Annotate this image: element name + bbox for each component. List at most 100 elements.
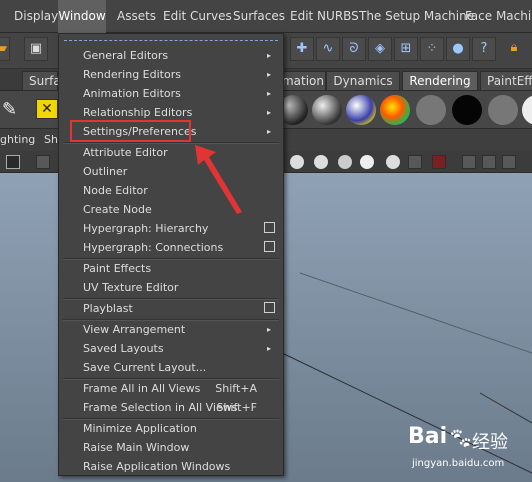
isolate-select-icon[interactable]	[432, 155, 446, 169]
shader-ball-flat-gray-icon[interactable]	[416, 95, 446, 125]
menu-item-general-editors[interactable]: General Editors ▸	[59, 46, 283, 65]
menu-window[interactable]: Window	[58, 0, 106, 33]
shader-ball-white-icon[interactable]	[312, 95, 342, 125]
tab-dynamics[interactable]: Dynamics	[326, 71, 400, 90]
shadows-icon[interactable]	[386, 155, 400, 169]
select-camera-icon[interactable]	[6, 155, 20, 169]
tab-rendering[interactable]: Rendering	[402, 71, 478, 90]
menu-item-saved-layouts[interactable]: Saved Layouts ▸	[59, 339, 283, 358]
shortcut-label: Shift+F	[216, 401, 257, 414]
panel-menu-lighting[interactable]: ghting	[0, 129, 35, 151]
submenu-arrow-icon: ▸	[266, 70, 271, 79]
menu-item-label: Raise Main Window	[83, 441, 190, 454]
shader-ball-ramp-icon[interactable]	[380, 95, 410, 125]
lock-icon[interactable]: 🔒︎	[502, 37, 526, 61]
menu-face-machine[interactable]: Face Machine	[465, 0, 532, 33]
sphere-icon[interactable]: ●	[446, 37, 470, 61]
menu-item-frame-selection[interactable]: Frame Selection in All Views Shift+F	[59, 398, 283, 417]
menu-item-label: Saved Layouts	[83, 342, 164, 355]
menu-item-animation-editors[interactable]: Animation Editors ▸	[59, 84, 283, 103]
move-icon[interactable]: ✚	[290, 37, 314, 61]
light-icon[interactable]: ✕	[36, 99, 58, 119]
textured-icon[interactable]	[338, 155, 352, 169]
tab-painteffects[interactable]: PaintEff	[480, 71, 532, 90]
menu-assets[interactable]: Assets	[117, 0, 156, 33]
menu-item-save-current-layout[interactable]: Save Current Layout...	[59, 358, 283, 377]
shader-ball-blue-gold-icon[interactable]	[346, 95, 376, 125]
submenu-arrow-icon: ▸	[266, 344, 271, 353]
lattice-icon[interactable]: ⊞	[394, 37, 418, 61]
curve-icon[interactable]: ∿	[316, 37, 340, 61]
menu-item-label: Save Current Layout...	[83, 361, 207, 374]
submenu-arrow-icon: ▸	[266, 51, 271, 60]
submenu-arrow-icon: ▸	[266, 325, 271, 334]
menu-item-hypergraph-connections[interactable]: Hypergraph: Connections	[59, 238, 283, 257]
xray-icon[interactable]	[408, 155, 422, 169]
plane-icon[interactable]: ◈	[368, 37, 392, 61]
submenu-arrow-icon: ▸	[266, 127, 271, 136]
menu-item-hypergraph-hierarchy[interactable]: Hypergraph: Hierarchy	[59, 219, 283, 238]
annotation-arrow	[195, 145, 242, 214]
shader-ball-gray2-icon[interactable]	[488, 95, 518, 125]
menu-item-minimize-application[interactable]: Minimize Application	[59, 419, 283, 438]
menu-item-label: Node Editor	[83, 184, 148, 197]
menu-item-label: Rendering Editors	[83, 68, 181, 81]
wireframe-shade-icon[interactable]	[314, 155, 328, 169]
watermark-paw-icon: 🐾︎	[448, 426, 474, 450]
menu-item-uv-texture-editor[interactable]: UV Texture Editor	[59, 278, 283, 297]
highlight-box	[70, 120, 191, 142]
menu-item-label: Hypergraph: Connections	[83, 241, 224, 254]
menu-display[interactable]: Display	[14, 0, 58, 33]
share-icon[interactable]	[502, 155, 516, 169]
watermark-url: jingyan.baidu.com	[412, 458, 505, 469]
menu-item-label: General Editors	[83, 49, 169, 62]
watermark-brand: Bai	[408, 424, 448, 449]
pen-tool-icon[interactable]: ✎	[2, 99, 24, 121]
submenu-arrow-icon: ▸	[266, 89, 271, 98]
menu-setup-machine[interactable]: The Setup Machine	[359, 0, 474, 33]
spiral-curve-icon[interactable]: ᘐ	[342, 37, 366, 61]
menu-item-label: Frame All in All Views	[83, 382, 201, 395]
help-icon[interactable]: ?	[472, 37, 496, 61]
menu-item-label: View Arrangement	[83, 323, 186, 336]
menu-edit-curves[interactable]: Edit Curves	[163, 0, 232, 33]
menu-edit-nurbs[interactable]: Edit NURBS	[290, 0, 359, 33]
menu-item-label: Paint Effects	[83, 262, 152, 275]
particles-icon[interactable]: ⁘	[420, 37, 444, 61]
menu-surfaces[interactable]: Surfaces	[233, 0, 285, 33]
grid-icon[interactable]	[36, 155, 50, 169]
lighting-icon[interactable]	[360, 155, 374, 169]
submenu-arrow-icon: ▸	[266, 108, 271, 117]
menu-item-raise-main-window[interactable]: Raise Main Window	[59, 438, 283, 457]
tearoff-line[interactable]	[64, 40, 278, 41]
shader-ball-white2-icon[interactable]	[522, 95, 532, 125]
tab-surfaces[interactable]: Surfac	[22, 71, 67, 90]
menu-item-playblast[interactable]: Playblast	[59, 299, 283, 318]
menu-item-rendering-editors[interactable]: Rendering Editors ▸	[59, 65, 283, 84]
option-box-icon[interactable]	[264, 302, 275, 313]
camera-frame-icon[interactable]	[482, 155, 496, 169]
option-box-icon[interactable]	[264, 241, 275, 252]
watermark-brand2: 经验	[472, 432, 508, 453]
menu-item-label: Hypergraph: Hierarchy	[83, 222, 209, 235]
menu-item-label: UV Texture Editor	[83, 281, 179, 294]
menu-item-frame-all[interactable]: Frame All in All Views Shift+A	[59, 379, 283, 398]
menu-item-view-arrangement[interactable]: View Arrangement ▸	[59, 320, 283, 339]
menu-item-label: Minimize Application	[83, 422, 197, 435]
menu-item-label: Frame Selection in All Views	[83, 401, 238, 414]
option-box-icon[interactable]	[264, 222, 275, 233]
cube-icon[interactable]	[462, 155, 476, 169]
menu-item-label: Attribute Editor	[83, 146, 168, 159]
save-icon[interactable]: ▣	[24, 37, 48, 61]
menu-bar: Display Window Assets Edit Curves Surfac…	[0, 0, 532, 33]
smooth-shade-icon[interactable]	[290, 155, 304, 169]
menu-item-label: Raise Application Windows	[83, 460, 231, 473]
menu-item-paint-effects[interactable]: Paint Effects	[59, 259, 283, 278]
baidu-watermark: Bai 🐾︎ 经验 jingyan.baidu.com	[408, 422, 518, 482]
menu-item-label: Outliner	[83, 165, 128, 178]
shortcut-label: Shift+A	[215, 382, 257, 395]
shader-ball-black-icon[interactable]	[452, 95, 482, 125]
menu-item-raise-application-windows[interactable]: Raise Application Windows	[59, 457, 283, 476]
menu-item-label: Create Node	[83, 203, 152, 216]
folder-icon[interactable]: ▰	[0, 37, 10, 61]
